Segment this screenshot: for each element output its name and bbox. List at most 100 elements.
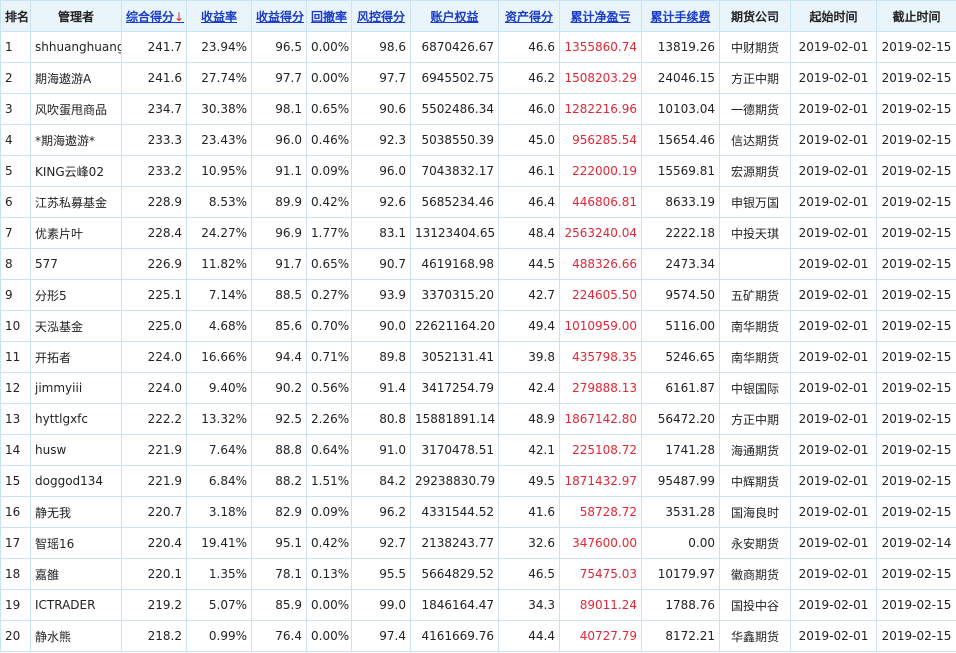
header-label: 风控得分: [356, 9, 405, 24]
sort-desc-icon[interactable]: ↓: [174, 10, 184, 24]
table-row: 5 KING云峰02 233.2 10.95% 91.1 0.09% 96.0 7043832…: [0, 155, 956, 187]
cell-cumulative-net-pnl: 446806.81: [559, 186, 642, 218]
header-return-rate[interactable]: 收益率: [186, 0, 252, 32]
header-risk-score[interactable]: 风控得分: [351, 0, 411, 32]
cell-total-score: 221.9: [121, 465, 187, 497]
cell-cumulative-fee: 1788.76: [641, 589, 720, 621]
cell-return-rate: 5.07%: [186, 589, 252, 621]
cell-manager: 分形5: [30, 279, 122, 311]
header-cumulative-fee[interactable]: 累计手续费: [641, 0, 720, 32]
cell-return-score: 82.9: [251, 496, 307, 528]
cell-rank: 5: [0, 155, 31, 187]
cell-return-rate: 1.35%: [186, 558, 252, 590]
cell-return-score: 85.9: [251, 589, 307, 621]
cell-risk-score: 80.8: [351, 403, 411, 435]
cell-cumulative-fee: 5116.00: [641, 310, 720, 342]
cell-cumulative-net-pnl: 75475.03: [559, 558, 642, 590]
header-label: 资产得分: [504, 9, 553, 24]
header-total-score[interactable]: 综合得分↓: [121, 0, 187, 32]
header-label: 截止时间: [892, 9, 941, 24]
cell-cumulative-net-pnl: 2563240.04: [559, 217, 642, 249]
cell-futures-company: 五矿期货: [719, 279, 791, 311]
cell-return-score: 90.2: [251, 372, 307, 404]
cell-futures-company: 方正中期: [719, 62, 791, 94]
cell-total-score: 233.2: [121, 155, 187, 187]
cell-manager: 期海遨游A: [30, 62, 122, 94]
header-cumulative-net-pnl[interactable]: 累计净盈亏: [559, 0, 642, 32]
cell-account-equity: 3417254.79: [410, 372, 499, 404]
cell-manager: *期海遨游*: [30, 124, 122, 156]
header-label: 累计手续费: [650, 9, 711, 24]
cell-rank: 7: [0, 217, 31, 249]
cell-cumulative-net-pnl: 225108.72: [559, 434, 642, 466]
cell-account-equity: 6945502.75: [410, 62, 499, 94]
cell-risk-score: 92.6: [351, 186, 411, 218]
cell-drawdown-rate: 0.09%: [306, 155, 352, 187]
cell-risk-score: 96.2: [351, 496, 411, 528]
table-row: 11 开拓者 224.0 16.66% 94.4 0.71% 89.8 3052131.41 3…: [0, 341, 956, 373]
table-row: 8 577 226.9 11.82% 91.7 0.65% 90.7 4619168.98 44…: [0, 248, 956, 280]
cell-manager: husw: [30, 434, 122, 466]
header-label: 管理者: [57, 9, 94, 24]
cell-start-date: 2019-02-01: [790, 31, 877, 63]
cell-drawdown-rate: 0.27%: [306, 279, 352, 311]
header-drawdown-rate[interactable]: 回撤率: [306, 0, 352, 32]
cell-return-score: 96.9: [251, 217, 307, 249]
cell-drawdown-rate: 0.42%: [306, 186, 352, 218]
cell-return-rate: 16.66%: [186, 341, 252, 373]
cell-return-score: 91.7: [251, 248, 307, 280]
cell-risk-score: 93.9: [351, 279, 411, 311]
cell-return-score: 91.1: [251, 155, 307, 187]
cell-cumulative-fee: 95487.99: [641, 465, 720, 497]
cell-risk-score: 83.1: [351, 217, 411, 249]
cell-futures-company: 华鑫期货: [719, 620, 791, 652]
cell-asset-score: 42.1: [498, 434, 560, 466]
cell-total-score: 225.1: [121, 279, 187, 311]
cell-cumulative-net-pnl: 1867142.80: [559, 403, 642, 435]
cell-cumulative-fee: 8172.21: [641, 620, 720, 652]
cell-drawdown-rate: 0.64%: [306, 434, 352, 466]
cell-risk-score: 90.6: [351, 93, 411, 125]
cell-drawdown-rate: 0.65%: [306, 248, 352, 280]
cell-manager: ICTRADER: [30, 589, 122, 621]
cell-rank: 11: [0, 341, 31, 373]
cell-risk-score: 92.3: [351, 124, 411, 156]
cell-total-score: 234.7: [121, 93, 187, 125]
cell-return-score: 88.2: [251, 465, 307, 497]
cell-account-equity: 5685234.46: [410, 186, 499, 218]
table-header: 排名 管理者 综合得分↓ 收益率 收益得分 回撤率 风控得分 账户权益 资产得分 累计净盈亏 累计手…: [0, 0, 956, 32]
cell-start-date: 2019-02-01: [790, 341, 877, 373]
cell-futures-company: 中辉期货: [719, 465, 791, 497]
cell-account-equity: 3370315.20: [410, 279, 499, 311]
cell-return-rate: 11.82%: [186, 248, 252, 280]
cell-drawdown-rate: 0.00%: [306, 620, 352, 652]
cell-account-equity: 5038550.39: [410, 124, 499, 156]
cell-end-date: 2019-02-15: [876, 341, 956, 373]
cell-risk-score: 97.4: [351, 620, 411, 652]
cell-manager: 天泓基金: [30, 310, 122, 342]
table-row: 9 分形5 225.1 7.14% 88.5 0.27% 93.9 3370315.20 42.…: [0, 279, 956, 311]
cell-futures-company: 中银国际: [719, 372, 791, 404]
header-return-score[interactable]: 收益得分: [251, 0, 307, 32]
cell-total-score: 228.9: [121, 186, 187, 218]
cell-return-rate: 8.53%: [186, 186, 252, 218]
cell-cumulative-fee: 24046.15: [641, 62, 720, 94]
header-asset-score[interactable]: 资产得分: [498, 0, 560, 32]
header-account-equity[interactable]: 账户权益: [410, 0, 499, 32]
cell-cumulative-fee: 15569.81: [641, 155, 720, 187]
cell-total-score: 241.6: [121, 62, 187, 94]
cell-drawdown-rate: 0.70%: [306, 310, 352, 342]
cell-start-date: 2019-02-01: [790, 310, 877, 342]
cell-asset-score: 49.5: [498, 465, 560, 497]
cell-end-date: 2019-02-15: [876, 124, 956, 156]
header-start-date: 起始时间: [790, 0, 877, 32]
cell-cumulative-net-pnl: 224605.50: [559, 279, 642, 311]
table-row: 1 shhuanghuang 241.7 23.94% 96.5 0.00% 98.6 687…: [0, 31, 956, 63]
cell-rank: 6: [0, 186, 31, 218]
cell-end-date: 2019-02-15: [876, 31, 956, 63]
cell-return-rate: 7.14%: [186, 279, 252, 311]
table-row: 12 jimmyiii 224.0 9.40% 90.2 0.56% 91.4 3417254…: [0, 372, 956, 404]
cell-account-equity: 1846164.47: [410, 589, 499, 621]
cell-rank: 19: [0, 589, 31, 621]
cell-futures-company: 国海良时: [719, 496, 791, 528]
